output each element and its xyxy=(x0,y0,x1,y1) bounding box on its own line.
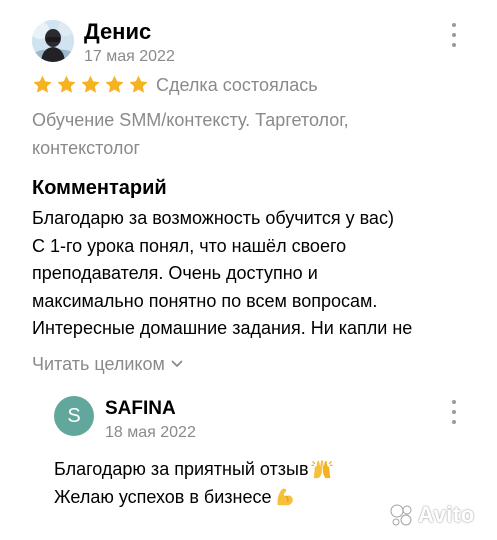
reply-line-text: Желаю успехов в бизнесе xyxy=(54,487,272,507)
comment-line: Благодарю за возможность обучится у вас) xyxy=(32,208,394,228)
reply-date: 18 мая 2022 xyxy=(105,424,196,441)
watermark-text: Avito xyxy=(418,502,475,527)
avito-logo-icon xyxy=(390,504,412,526)
deal-status: Сделка состоялась xyxy=(156,75,318,95)
comment-heading: Комментарий xyxy=(32,177,167,199)
reply-line-text: Благодарю за приятный отзыв xyxy=(54,459,309,479)
comment-line: преподавателя. Очень доступно и xyxy=(32,263,318,283)
avito-watermark: Avito xyxy=(388,498,488,532)
review-more-icon[interactable] xyxy=(451,23,457,47)
read-more-label: Читать целиком xyxy=(32,354,165,374)
reply-more-icon[interactable] xyxy=(451,400,457,424)
flexed-biceps-emoji-icon xyxy=(276,488,293,506)
star-icon xyxy=(57,75,76,93)
reply-line: Желаю успехов в бизнесе xyxy=(54,483,333,511)
chevron-down-icon xyxy=(171,360,183,367)
raising-hands-emoji-icon xyxy=(310,460,333,479)
comment-line: С 1-го урока понял, что нашёл своего xyxy=(32,235,347,256)
author-name[interactable]: Денис xyxy=(84,19,151,45)
review-category: Обучение SMM/контексту. Таргетолог, конт… xyxy=(32,110,349,158)
review-date: 17 мая 2022 xyxy=(84,48,175,65)
star-icon xyxy=(33,75,52,93)
reply-body: Благодарю за приятный отзыв Желаю успехо… xyxy=(54,455,333,511)
rating-stars xyxy=(32,74,149,96)
avatar-photo-icon xyxy=(32,20,74,62)
comment-body: Благодарю за возможность обучится у вас)… xyxy=(32,205,472,342)
reply-avatar[interactable]: S xyxy=(54,396,94,436)
comment-line: Интересные домашние задания. Ни капли не xyxy=(32,318,413,338)
star-icon xyxy=(81,75,100,93)
author-avatar[interactable] xyxy=(32,20,74,62)
star-icon xyxy=(129,75,148,93)
read-more-link[interactable]: Читать целиком xyxy=(32,352,183,376)
star-icon xyxy=(105,75,124,93)
reply-line: Благодарю за приятный отзыв xyxy=(54,455,333,483)
reply-author-name[interactable]: SAFINA xyxy=(105,398,176,420)
comment-line: максимально понятно по всем вопросам. xyxy=(32,290,378,311)
